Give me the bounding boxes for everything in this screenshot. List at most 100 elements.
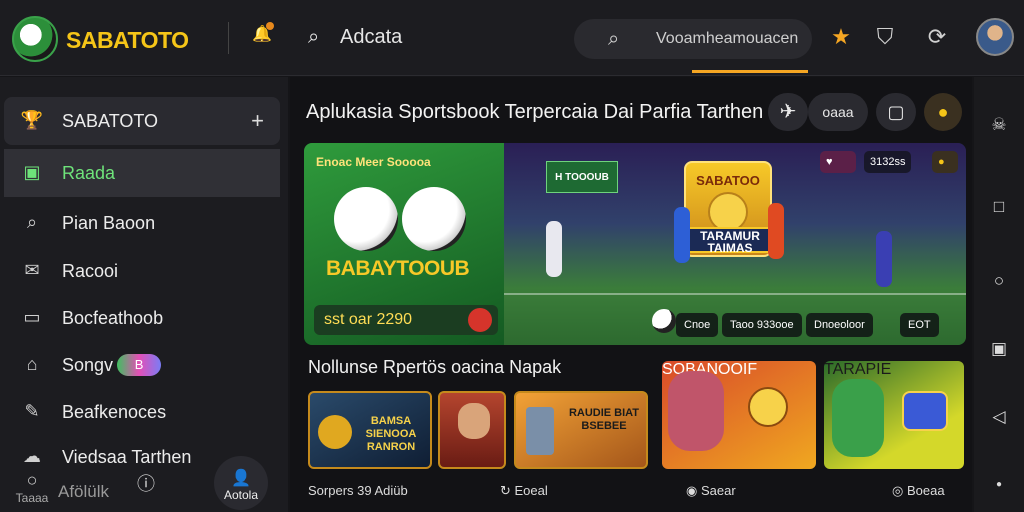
sidebar-item-label: Pian Baoon <box>62 212 156 233</box>
game-card-large[interactable]: TARAPIE <box>824 361 964 469</box>
game-card-large[interactable]: SOBANOOIF <box>662 361 816 469</box>
wallet-icon: ▣ <box>23 162 41 182</box>
red-ball-icon <box>468 308 492 332</box>
footer-link[interactable]: ◎ Boeaa <box>892 483 945 499</box>
top-search-link[interactable]: ⌕ Adcata <box>308 26 402 49</box>
edit-icon: ✎ <box>24 401 40 421</box>
player-figure <box>674 207 690 263</box>
star-icon[interactable]: ★ <box>828 24 854 50</box>
search-placeholder: Vooamheamouacen <box>656 30 799 47</box>
trophy-emblem: SABATOO TARAMUR TAIMAS <box>680 161 780 257</box>
section-title: Nollunse Rpertös oacina Napak <box>308 357 562 377</box>
game-card[interactable]: RAUDIE BIAT BSEBEE <box>514 391 648 469</box>
sidebar-item-bocfeathoob[interactable]: ▭ Bocfeathoob <box>4 294 280 342</box>
bottom-tab-afolulk[interactable]: Afölülk <box>58 482 109 502</box>
info-icon[interactable]: ⓘ <box>132 470 160 496</box>
card-label: RAUDIE BIAT BSEBEE <box>568 407 640 432</box>
coin-icon[interactable]: ● <box>924 93 962 131</box>
add-icon[interactable]: + <box>251 108 264 134</box>
sidebar-item-raada[interactable]: ▣ Raada <box>4 149 280 197</box>
bottom-tab-label: Taaaa <box>15 491 49 505</box>
app-root: SABATOTO 🔔 ⌕ Adcata ⌕ Vooamheamouacen ★ ⛉… <box>0 0 1024 512</box>
soccer-ball-icon <box>334 187 398 251</box>
footer-link[interactable]: ↻ Eoeal <box>500 483 548 499</box>
notification-icon[interactable]: 🔔 <box>252 22 274 44</box>
user-icon: 👤 <box>231 470 251 487</box>
emblem-text: TARAMUR TAIMAS <box>680 227 780 254</box>
character-icon <box>832 379 884 457</box>
sidebar-item-label: Songv <box>62 354 114 375</box>
odds-chip[interactable]: 3132ss <box>864 151 912 173</box>
page-title: Aplukasia Sportsbook Terpercaia Dai Parf… <box>306 101 764 123</box>
main-content: Aplukasia Sportsbook Terpercaia Dai Parf… <box>290 77 972 512</box>
hero-foot-item[interactable]: Cnoe <box>676 313 719 337</box>
emblem-title: SABATOO <box>696 173 760 188</box>
player-figure <box>876 231 892 287</box>
search-icon: ⌕ <box>26 212 38 232</box>
circle-icon: ◎ <box>892 483 907 498</box>
hero-brand: BABAYTOOUB <box>326 257 470 280</box>
trophy-icon <box>318 415 352 449</box>
search-input[interactable]: ⌕ Vooamheamouacen <box>574 19 812 59</box>
hero-foot-item[interactable]: Taoo 933ooe <box>722 313 802 337</box>
hero-left-bar: sst oar 2290 <box>314 305 498 335</box>
footer-link-label: Saear <box>700 483 736 498</box>
shield-icon[interactable]: ⛉ <box>872 24 898 50</box>
card-label: BAMSA SIENOOA RANRON <box>365 415 417 453</box>
tab-icon[interactable]: ▣ <box>989 339 1009 359</box>
heart-icon[interactable]: ♥ <box>820 151 856 173</box>
coin-icon[interactable]: ● <box>932 151 958 173</box>
bottom-tab-label: Aotola <box>223 488 259 502</box>
divider <box>228 22 229 54</box>
bag-icon[interactable]: ▢ <box>876 93 916 131</box>
notification-dot <box>266 22 274 30</box>
sidebar-item-songv[interactable]: ⌂ Songv B <box>4 341 280 389</box>
bottom-tab-aotola[interactable]: 👤 Aotola <box>214 456 268 510</box>
footer-link[interactable]: ◉ Saear <box>686 483 736 499</box>
trophy-icon: 🏆 <box>20 110 44 130</box>
top-search-label: Adcata <box>340 26 403 48</box>
tv-icon: ▭ <box>23 307 41 327</box>
hero-foot-item[interactable]: EOT <box>900 313 939 337</box>
footer-link-label: Eoeal <box>514 483 548 498</box>
game-card[interactable]: BAMSA SIENOOA RANRON <box>308 391 432 469</box>
soccer-ball-logo-icon[interactable] <box>12 16 58 62</box>
square-icon[interactable]: □ <box>989 197 1009 217</box>
badge: B <box>117 354 162 376</box>
tool-icon <box>526 407 554 455</box>
dot-icon: ● <box>995 479 1003 490</box>
cloud-icon: ☁ <box>23 446 41 466</box>
hero-left-bar-text: sst oar 2290 <box>324 311 413 328</box>
bottom-tab-taaaa[interactable]: ○ Taaaa <box>14 470 50 505</box>
sidebar-item-label: Racooi <box>62 260 119 281</box>
soccer-ball-icon <box>402 187 466 251</box>
sync-icon[interactable]: ⟳ <box>924 24 950 50</box>
soccer-ball-icon <box>652 309 676 333</box>
location-icon: ◉ <box>686 483 701 498</box>
sidebar: 🏆 SABATOTO + ▣ Raada ⌕ Pian Baoon ✉ Raco… <box>0 77 288 512</box>
hero-banner[interactable]: Enoac Meer Sooooa BABAYTOOUB sst oar 229… <box>304 143 966 345</box>
skull-icon[interactable]: ☠ <box>989 115 1009 135</box>
home-circle-icon[interactable]: ○ <box>989 271 1009 291</box>
footer-link[interactable]: Sorpers 39 Adiüb <box>308 483 408 498</box>
sidebar-item-beafkenoces[interactable]: ✎ Beafkenoces <box>4 388 280 436</box>
brand-name[interactable]: SABATOTO <box>66 27 189 54</box>
hero-foot-item[interactable]: Dnoeoloor <box>806 313 873 337</box>
back-icon[interactable]: ◁ <box>989 407 1009 427</box>
hero-right-panel: H TOOOUB SABATOO TARAMUR TAIMAS ♥ 3132ss… <box>504 143 966 345</box>
head-button[interactable]: oaaa <box>808 93 868 131</box>
sidebar-item-pian-baoon[interactable]: ⌕ Pian Baoon <box>4 199 280 247</box>
sidebar-item-racooi[interactable]: ✉ Racooi <box>4 247 280 295</box>
top-bar: SABATOTO 🔔 ⌕ Adcata ⌕ Vooamheamouacen ★ ⛉… <box>0 0 1024 76</box>
trophy-icon <box>748 387 788 427</box>
user-avatar[interactable] <box>976 18 1014 56</box>
sidebar-header-label: SABATOTO <box>62 110 159 131</box>
game-card[interactable] <box>438 391 506 469</box>
sidebar-header[interactable]: 🏆 SABATOTO + <box>4 97 280 145</box>
plane-icon[interactable]: ✈ <box>768 93 808 131</box>
footer-link-label: Boeaa <box>906 483 945 498</box>
system-nav-rail: ☠ □ ○ ▣ ◁ ● <box>974 77 1024 512</box>
active-tab-underline <box>692 70 808 73</box>
player-figure <box>768 203 784 259</box>
search-icon: ⌕ <box>308 26 320 48</box>
